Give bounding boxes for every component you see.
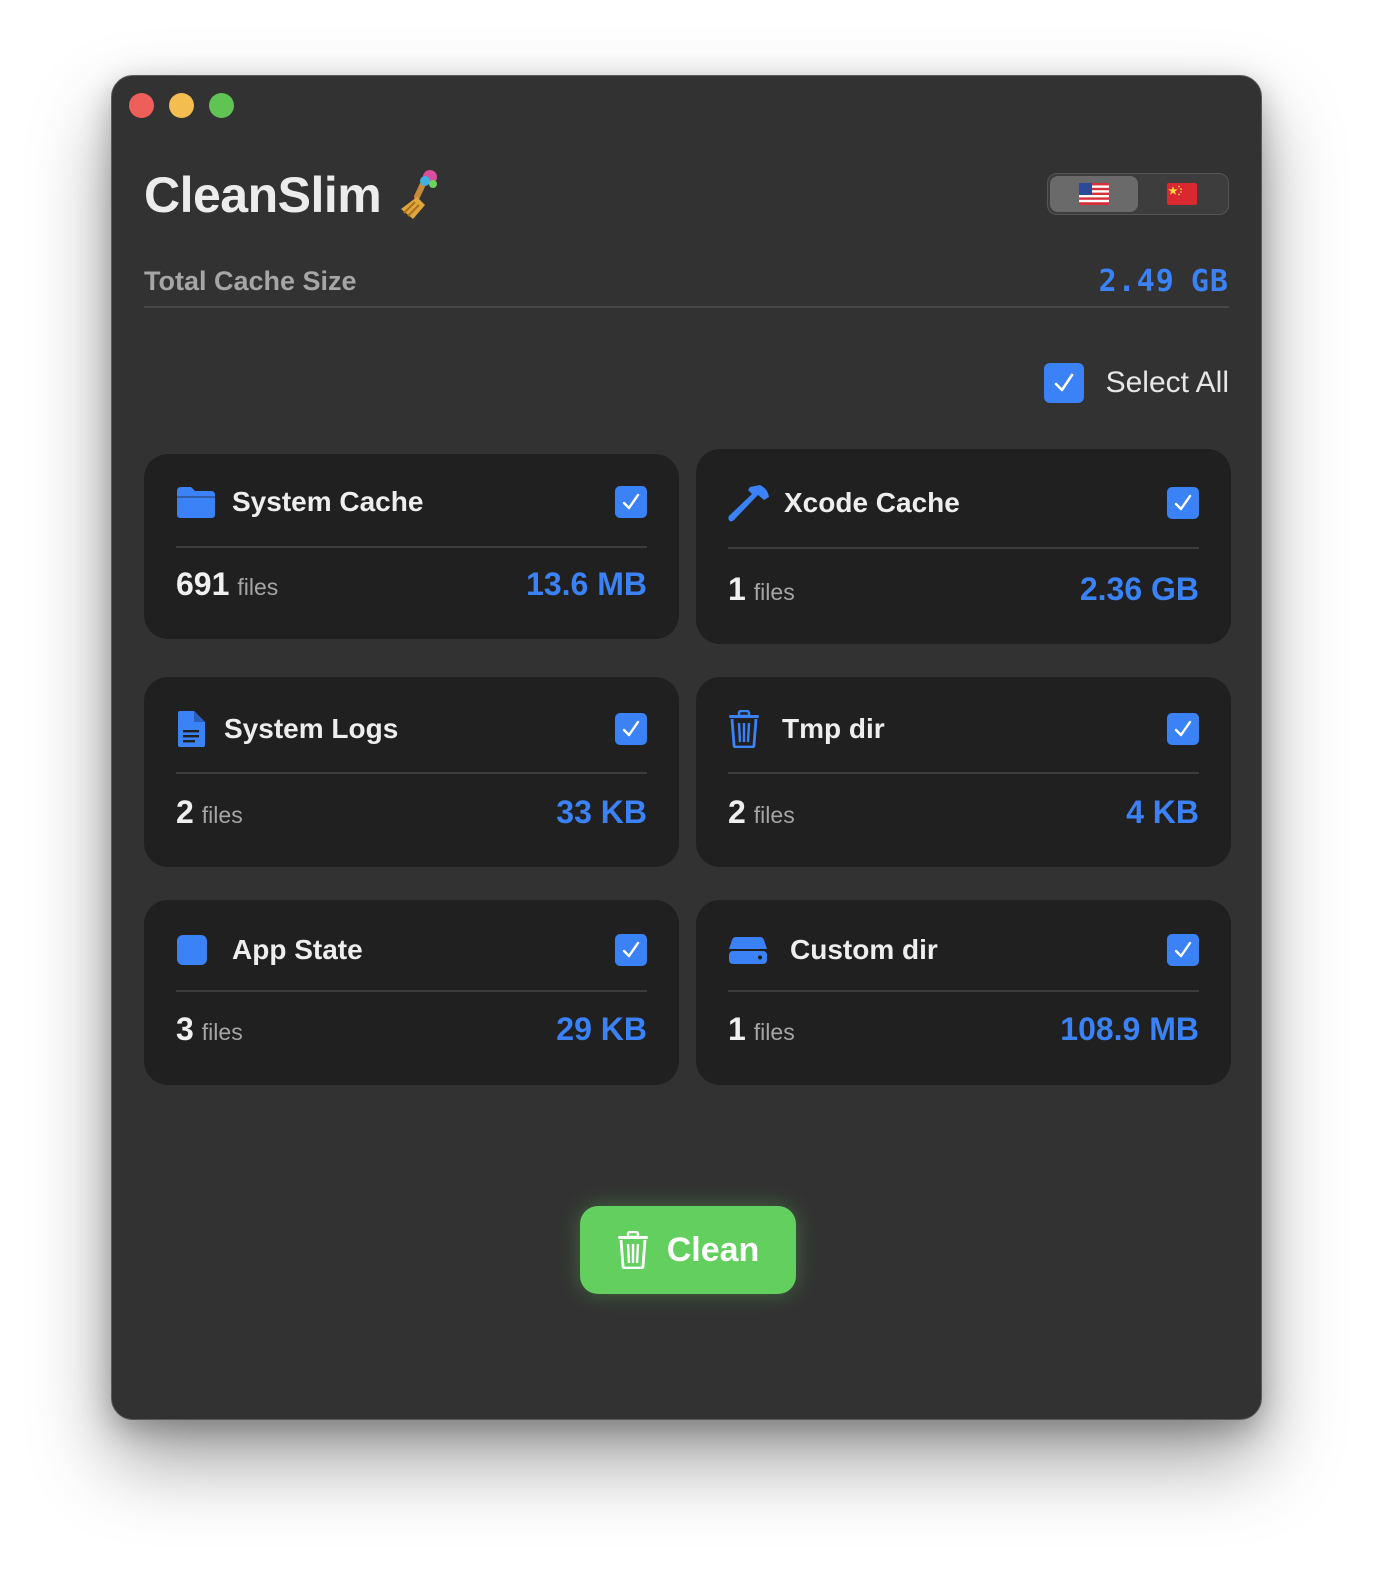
app-title: CleanSlim	[144, 167, 382, 223]
category-checkbox-xcode-cache[interactable]	[1167, 487, 1199, 519]
file-count: 1	[728, 571, 746, 607]
china-flag-icon	[1167, 183, 1197, 205]
select-all-label: Select All	[1105, 366, 1229, 399]
language-option-chinese[interactable]	[1138, 176, 1226, 212]
folder-icon	[177, 487, 215, 518]
trash-icon	[729, 710, 759, 748]
card-divider	[176, 990, 647, 992]
category-checkbox-tmp-dir[interactable]	[1167, 713, 1199, 745]
file-count: 3	[176, 1011, 194, 1047]
drive-icon	[729, 937, 767, 964]
category-title: System Logs	[224, 713, 399, 744]
document-icon	[178, 711, 205, 747]
clean-button[interactable]: Clean	[580, 1206, 796, 1294]
file-count: 1	[728, 1011, 746, 1047]
total-cache-value: 2.49 GB	[1099, 264, 1229, 299]
app-window: CleanSlim Total Cache Size 2.49 GB Selec…	[111, 75, 1262, 1420]
total-cache-label: Total Cache Size	[144, 265, 357, 296]
category-card-tmp-dir: Tmp dir 2 files 4 KB	[696, 677, 1231, 867]
total-cache-row: Total Cache Size 2.49 GB	[144, 256, 1229, 308]
total-cache-unit: GB	[1190, 263, 1229, 299]
checkmark-icon	[1174, 494, 1192, 511]
category-size: 33 KB	[556, 794, 647, 830]
select-all-control[interactable]: Select All	[1043, 363, 1229, 403]
category-size: 108.9 MB	[1060, 1011, 1199, 1047]
category-card-system-logs: System Logs 2 files 33 KB	[144, 677, 679, 867]
select-all-checkbox[interactable]	[1043, 363, 1084, 403]
file-count: 2	[728, 794, 746, 830]
card-divider	[728, 547, 1199, 549]
clean-button-label: Clean	[666, 1230, 760, 1269]
total-cache-number: 2.49	[1098, 263, 1175, 299]
file-count: 2	[176, 794, 194, 830]
category-checkbox-app-state[interactable]	[615, 934, 647, 966]
square-icon	[177, 935, 207, 965]
files-label: files	[201, 802, 243, 828]
files-label: files	[753, 579, 795, 605]
files-label: files	[237, 574, 279, 600]
category-title: Xcode Cache	[784, 487, 960, 518]
category-size: 2.36 GB	[1079, 571, 1199, 607]
category-checkbox-custom-dir[interactable]	[1167, 934, 1199, 966]
category-title: System Cache	[232, 486, 424, 517]
checkmark-icon	[622, 720, 640, 737]
files-label: files	[201, 1019, 243, 1045]
minimize-window-button[interactable]	[169, 93, 194, 118]
category-checkbox-system-logs[interactable]	[615, 713, 647, 745]
app-header: CleanSlim	[144, 166, 447, 224]
language-option-english[interactable]	[1050, 176, 1138, 212]
category-card-app-state: App State 3 files 29 KB	[144, 900, 679, 1085]
category-card-custom-dir: Custom dir 1 files 108.9 MB	[696, 900, 1231, 1085]
category-size: 13.6 MB	[526, 566, 647, 602]
zoom-window-button[interactable]	[209, 93, 234, 118]
broom-emoji-icon	[401, 170, 438, 219]
checkmark-icon	[1174, 941, 1192, 958]
card-divider	[728, 772, 1199, 774]
category-size: 29 KB	[556, 1011, 647, 1047]
hammer-icon	[728, 485, 769, 522]
category-title: App State	[232, 934, 363, 965]
checkmark-icon	[622, 493, 640, 510]
files-label: files	[753, 802, 795, 828]
card-divider	[176, 546, 647, 548]
category-size: 4 KB	[1126, 794, 1199, 830]
card-divider	[176, 772, 647, 774]
language-selector	[1047, 173, 1229, 215]
files-label: files	[753, 1019, 795, 1045]
checkmark-icon	[1054, 373, 1073, 392]
category-card-xcode-cache: Xcode Cache 1 files 2.36 GB	[696, 449, 1231, 644]
card-divider	[728, 990, 1199, 992]
checkmark-icon	[622, 941, 640, 958]
category-card-system-cache: System Cache 691 files 13.6 MB	[144, 454, 679, 639]
checkmark-icon	[1174, 720, 1192, 737]
window-controls	[129, 93, 234, 118]
category-title: Custom dir	[790, 934, 938, 965]
trash-icon	[617, 1231, 648, 1269]
file-count: 691	[176, 566, 230, 602]
category-checkbox-system-cache[interactable]	[615, 486, 647, 518]
category-title: Tmp dir	[782, 713, 885, 744]
us-flag-icon	[1079, 183, 1109, 205]
close-window-button[interactable]	[129, 93, 154, 118]
